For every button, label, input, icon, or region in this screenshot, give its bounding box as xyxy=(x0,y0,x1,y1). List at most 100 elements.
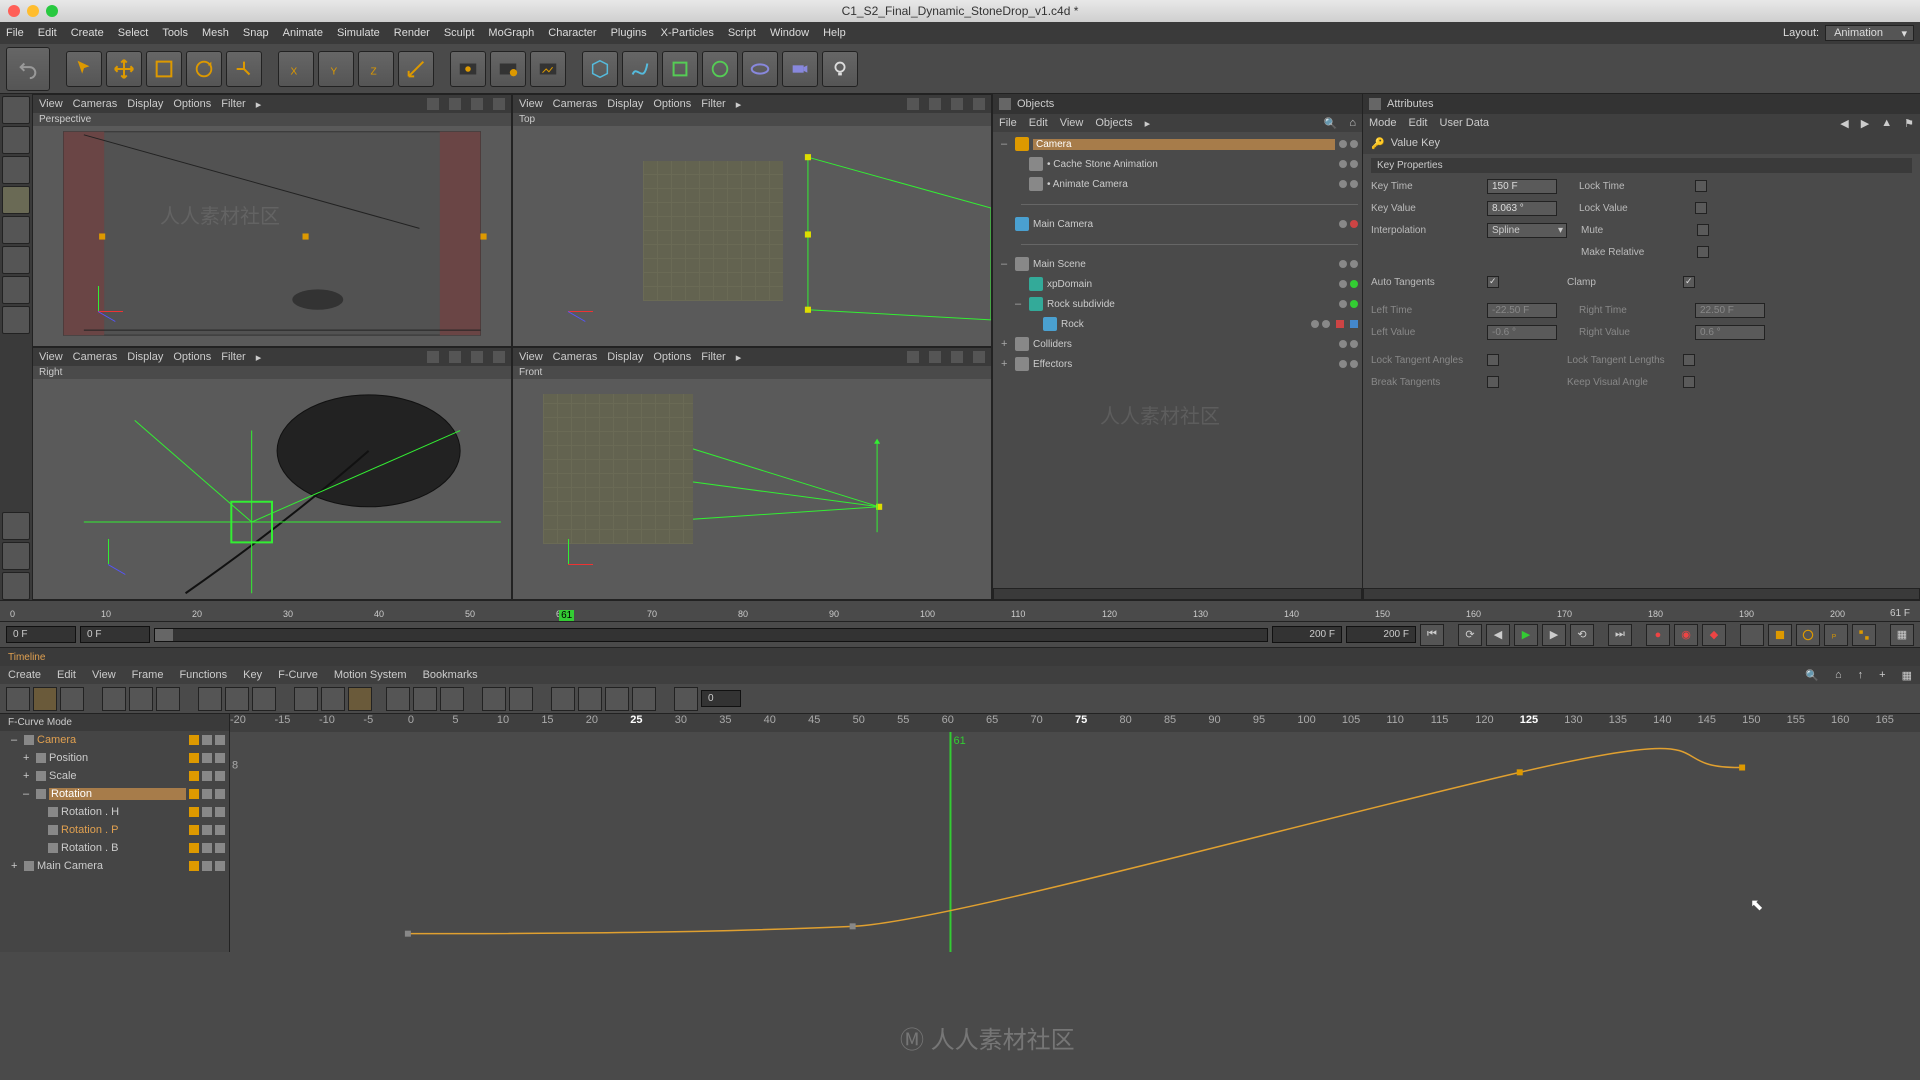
goto-end-button[interactable]: ⏭ xyxy=(1608,624,1632,646)
workplane-icon[interactable] xyxy=(2,306,30,334)
select-tool[interactable] xyxy=(66,51,102,87)
menu-xparticles[interactable]: X-Particles xyxy=(661,27,714,39)
deformer-button[interactable] xyxy=(702,51,738,87)
start-frame-input[interactable]: 0 F xyxy=(6,626,76,643)
close-window-button[interactable] xyxy=(8,5,20,17)
menu-animate[interactable]: Animate xyxy=(283,27,323,39)
object-tree-row[interactable] xyxy=(993,234,1362,254)
nav-lock-icon[interactable]: ⚑ xyxy=(1904,117,1914,130)
refresh-button[interactable]: ⟲ xyxy=(1570,624,1594,646)
object-tree-row[interactable]: • Animate Camera xyxy=(993,174,1362,194)
vp-menu-cameras[interactable]: Cameras xyxy=(553,98,598,110)
tl-zero-input[interactable]: 0 xyxy=(701,690,741,707)
lock-time-checkbox[interactable] xyxy=(1695,180,1707,192)
camera-button[interactable] xyxy=(782,51,818,87)
mute-checkbox[interactable] xyxy=(1697,224,1709,236)
key-param-button[interactable]: P xyxy=(1824,624,1848,646)
fcurve-tree-row[interactable]: Rotation . P xyxy=(0,821,229,839)
attr-menu-edit[interactable]: Edit xyxy=(1409,117,1428,129)
obj-menu-edit[interactable]: Edit xyxy=(1029,117,1048,129)
menu-render[interactable]: Render xyxy=(394,27,430,39)
vp-nav-icon[interactable] xyxy=(471,98,483,110)
prev-frame-button[interactable]: ◀ xyxy=(1486,624,1510,646)
tl-up-icon[interactable]: ↑ xyxy=(1858,669,1864,681)
tl-menu-frame[interactable]: Frame xyxy=(132,669,164,681)
tl-mode-motion[interactable] xyxy=(60,687,84,711)
obj-menu-objects[interactable]: Objects xyxy=(1095,117,1132,129)
vp-nav-icon[interactable] xyxy=(907,98,919,110)
menu-mesh[interactable]: Mesh xyxy=(202,27,229,39)
tl-menu-bookmarks[interactable]: Bookmarks xyxy=(423,669,478,681)
play-button[interactable]: ▶ xyxy=(1514,624,1538,646)
x-axis-lock[interactable]: X xyxy=(278,51,314,87)
vp-menu-view[interactable]: View xyxy=(519,351,543,363)
nav-fwd-icon[interactable]: ▶ xyxy=(1861,117,1869,130)
tl-key-del[interactable] xyxy=(252,687,276,711)
spline-button[interactable] xyxy=(622,51,658,87)
tl-grid-icon[interactable]: ▦ xyxy=(1902,669,1912,682)
key-scale-button[interactable] xyxy=(1768,624,1792,646)
menu-tools[interactable]: Tools xyxy=(162,27,188,39)
menu-select[interactable]: Select xyxy=(118,27,149,39)
vp-nav-icon[interactable] xyxy=(449,98,461,110)
render-view-button[interactable] xyxy=(450,51,486,87)
tl-menu-key[interactable]: Key xyxy=(243,669,262,681)
attr-menu-userdata[interactable]: User Data xyxy=(1440,117,1490,129)
vp-nav-icon[interactable] xyxy=(427,98,439,110)
object-tree-row[interactable]: Rock xyxy=(993,314,1362,334)
vp-nav-icon[interactable] xyxy=(493,98,505,110)
tl-key-add[interactable] xyxy=(198,687,222,711)
tl-tangent-step[interactable] xyxy=(321,687,345,711)
extra-button[interactable]: ▦ xyxy=(1890,624,1914,646)
tl-menu-functions[interactable]: Functions xyxy=(179,669,227,681)
tl-menu-fcurve[interactable]: F-Curve xyxy=(278,669,318,681)
objects-scrollbar[interactable] xyxy=(993,588,1362,600)
vp-nav-icon[interactable] xyxy=(471,351,483,363)
menu-window[interactable]: Window xyxy=(770,27,809,39)
tl-tangent-ease[interactable] xyxy=(386,687,410,711)
key-pos-button[interactable] xyxy=(1740,624,1764,646)
time-ruler[interactable]: 61 F 01020304050607080901001101201301401… xyxy=(0,600,1920,622)
menu-plugins[interactable]: Plugins xyxy=(611,27,647,39)
point-mode-icon[interactable] xyxy=(2,186,30,214)
range-end-input[interactable]: 200 F xyxy=(1272,626,1342,643)
menu-edit[interactable]: Edit xyxy=(38,27,57,39)
tl-snap-b[interactable] xyxy=(509,687,533,711)
vp-menu-cameras[interactable]: Cameras xyxy=(553,351,598,363)
tl-lock-c[interactable] xyxy=(605,687,629,711)
tl-menu-view[interactable]: View xyxy=(92,669,116,681)
tl-search-icon[interactable]: 🔍 xyxy=(1805,669,1819,682)
texture-mode-icon[interactable] xyxy=(2,156,30,184)
tl-tangent-spline[interactable] xyxy=(348,687,372,711)
vp-menu-filter[interactable]: Filter xyxy=(221,351,245,363)
vp-menu-display[interactable]: Display xyxy=(607,98,643,110)
goto-start-button[interactable]: ⏮ xyxy=(1420,624,1444,646)
menu-create[interactable]: Create xyxy=(71,27,104,39)
polygon-mode-icon[interactable] xyxy=(2,246,30,274)
vp-nav-icon[interactable] xyxy=(493,351,505,363)
object-tree-row[interactable] xyxy=(993,194,1362,214)
key-pla-button[interactable] xyxy=(1852,624,1876,646)
fcurve-tree-row[interactable]: +Scale xyxy=(0,767,229,785)
menu-script[interactable]: Script xyxy=(728,27,756,39)
object-tree-row[interactable]: Main Camera xyxy=(993,214,1362,234)
viewport-top[interactable]: View Cameras Display Options Filter ▸ To… xyxy=(512,94,992,347)
obj-menu-file[interactable]: File xyxy=(999,117,1017,129)
tl-tangent-auto[interactable] xyxy=(440,687,464,711)
tl-tangent-break[interactable] xyxy=(413,687,437,711)
recent-tool[interactable] xyxy=(226,51,262,87)
vp-nav-icon[interactable] xyxy=(929,351,941,363)
axis-mode-icon[interactable] xyxy=(2,276,30,304)
fcurve-tree-row[interactable]: Rotation . H xyxy=(0,803,229,821)
environment-button[interactable] xyxy=(742,51,778,87)
tl-menu-motionsystem[interactable]: Motion System xyxy=(334,669,407,681)
fcurve-tree-row[interactable]: +Main Camera xyxy=(0,857,229,875)
object-mode-icon[interactable] xyxy=(2,126,30,154)
clamp-checkbox[interactable] xyxy=(1683,276,1695,288)
coord-system[interactable] xyxy=(398,51,434,87)
object-tree-row[interactable]: + Effectors xyxy=(993,354,1362,374)
fcurve-tree-row[interactable]: –Camera xyxy=(0,731,229,749)
vp-nav-icon[interactable] xyxy=(427,351,439,363)
tl-tangent-linear[interactable] xyxy=(294,687,318,711)
viewport-right[interactable]: View Cameras Display Options Filter ▸ Ri… xyxy=(32,347,512,600)
